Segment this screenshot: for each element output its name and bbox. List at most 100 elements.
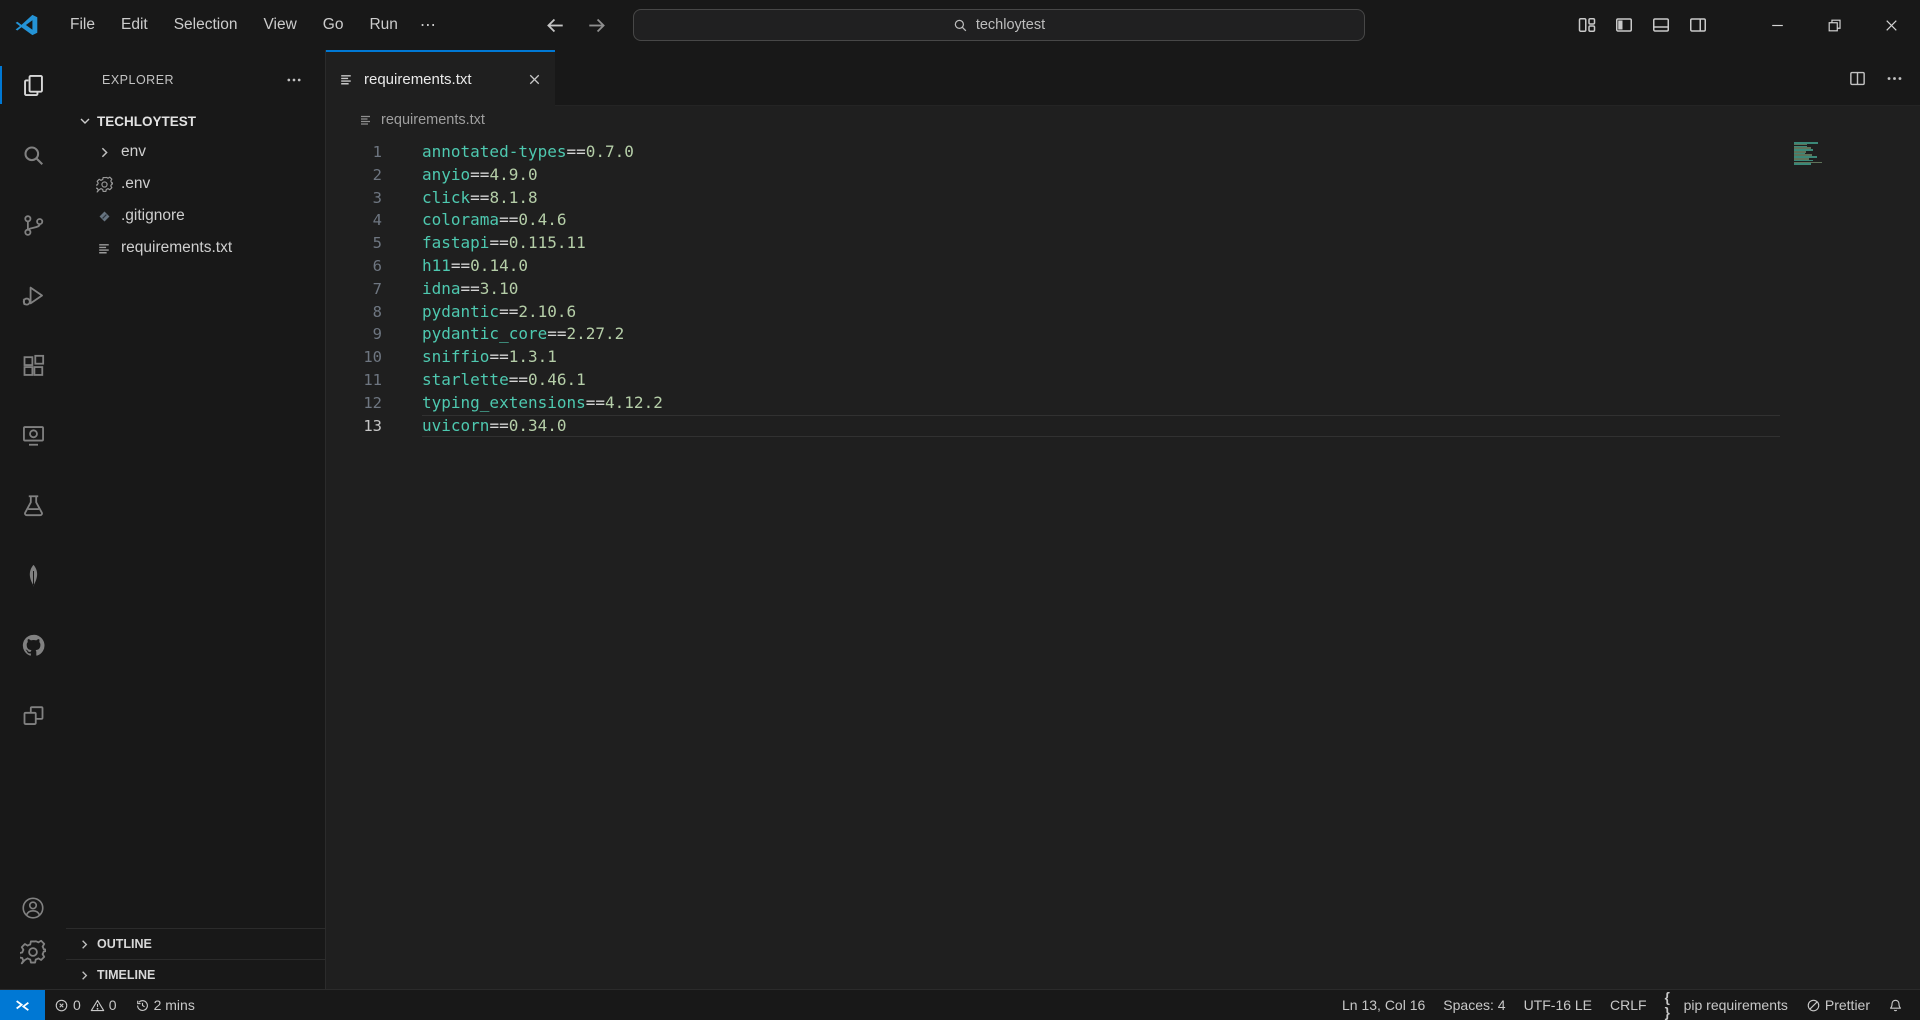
toggle-secondary-sidebar-icon[interactable]	[1688, 15, 1708, 35]
line-number[interactable]: 4	[326, 209, 382, 232]
forward-arrow-icon[interactable]	[586, 15, 607, 36]
tree-item-gitignore[interactable]: .gitignore	[66, 200, 325, 232]
ellipsis-icon[interactable]	[285, 71, 303, 89]
code-line-6[interactable]: 6 h11==0.14.0	[326, 255, 1920, 278]
code-line-8[interactable]: 8 pydantic==2.10.6	[326, 301, 1920, 324]
line-number[interactable]: 7	[326, 278, 382, 301]
activity-github[interactable]	[0, 610, 66, 680]
code-text[interactable]: colorama==0.4.6	[422, 209, 1780, 232]
activity-testing[interactable]	[0, 470, 66, 540]
menu-selection[interactable]: Selection	[162, 11, 250, 39]
restore-button[interactable]	[1806, 0, 1863, 50]
menu-go[interactable]: Go	[311, 11, 356, 39]
line-number[interactable]: 13	[326, 415, 382, 438]
line-number[interactable]: 8	[326, 301, 382, 324]
line-number[interactable]: 9	[326, 323, 382, 346]
ellipsis-icon[interactable]	[1885, 69, 1904, 88]
line-number[interactable]: 11	[326, 369, 382, 392]
menu-file[interactable]: File	[58, 11, 107, 39]
menu-view[interactable]: View	[251, 11, 308, 39]
tree-item-env[interactable]: env	[66, 136, 325, 168]
remote-indicator[interactable]	[0, 990, 45, 1020]
sidebar-header: EXPLORER	[66, 50, 325, 106]
tab-close-icon[interactable]	[526, 71, 543, 88]
back-arrow-icon[interactable]	[545, 15, 566, 36]
status-timeline-duration[interactable]: 2 mins	[126, 990, 204, 1020]
activity-bar-bottom	[0, 886, 66, 990]
customize-layout-icon[interactable]	[1577, 15, 1597, 35]
status-end-of-line[interactable]: CRLF	[1601, 990, 1656, 1020]
activity-accounts[interactable]	[0, 886, 66, 930]
code-line-2[interactable]: 2 anyio==4.9.0	[326, 164, 1920, 187]
toggle-panel-icon[interactable]	[1651, 15, 1671, 35]
editor-actions	[1848, 50, 1904, 106]
tab-requirements-txt[interactable]: requirements.txt	[326, 50, 555, 106]
code-line-5[interactable]: 5 fastapi==0.115.11	[326, 232, 1920, 255]
code-text[interactable]: starlette==0.46.1	[422, 369, 1780, 392]
command-center-search[interactable]: techloytest	[633, 9, 1365, 41]
code-line-3[interactable]: 3 click==8.1.8	[326, 187, 1920, 210]
line-number[interactable]: 12	[326, 392, 382, 415]
tree-item-label: .env	[121, 175, 150, 193]
status-right: Ln 13, Col 16Spaces: 4UTF-16 LECRLF{ }pi…	[1333, 990, 1912, 1020]
code-line-11[interactable]: 11 starlette==0.46.1	[326, 369, 1920, 392]
line-number[interactable]: 2	[326, 164, 382, 187]
project-root-techloytest[interactable]: TECHLOYTEST	[66, 106, 325, 136]
code-line-4[interactable]: 4 colorama==0.4.6	[326, 209, 1920, 232]
status-problems[interactable]: 00	[45, 990, 126, 1020]
activity-run-and-debug[interactable]	[0, 260, 66, 330]
status-cursor-position[interactable]: Ln 13, Col 16	[1333, 990, 1434, 1020]
toggle-primary-sidebar-icon[interactable]	[1614, 15, 1634, 35]
line-number[interactable]: 10	[326, 346, 382, 369]
menu-edit[interactable]: Edit	[109, 11, 160, 39]
activity-search[interactable]	[0, 120, 66, 190]
code-text[interactable]: uvicorn==0.34.0	[422, 415, 1780, 438]
code-text[interactable]: fastapi==0.115.11	[422, 232, 1780, 255]
code-line-13[interactable]: 13 uvicorn==0.34.0	[326, 415, 1920, 438]
code-text[interactable]: pydantic==2.10.6	[422, 301, 1780, 324]
status-encoding[interactable]: UTF-16 LE	[1515, 990, 1601, 1020]
section-timeline[interactable]: TIMELINE	[66, 959, 325, 990]
code-text[interactable]: annotated-types==0.7.0	[422, 141, 1780, 164]
code-line-9[interactable]: 9 pydantic_core==2.27.2	[326, 323, 1920, 346]
status-formatter[interactable]: Prettier	[1797, 990, 1879, 1020]
status-language-mode[interactable]: { }pip requirements	[1656, 990, 1797, 1020]
split-editor-icon[interactable]	[1848, 69, 1867, 88]
tree-item-requirements-txt[interactable]: requirements.txt	[66, 232, 325, 264]
code-text[interactable]: click==8.1.8	[422, 187, 1780, 210]
tree-item-env[interactable]: .env	[66, 168, 325, 200]
code-text[interactable]: pydantic_core==2.27.2	[422, 323, 1780, 346]
code-text[interactable]: idna==3.10	[422, 278, 1780, 301]
menu-run[interactable]: Run	[357, 11, 409, 39]
status-indentation[interactable]: Spaces: 4	[1434, 990, 1514, 1020]
code-text[interactable]: h11==0.14.0	[422, 255, 1780, 278]
activity-extensions[interactable]	[0, 330, 66, 400]
line-number[interactable]: 1	[326, 141, 382, 164]
breadcrumb-file: requirements.txt	[381, 112, 485, 128]
minimap[interactable]	[1794, 142, 1822, 165]
code-line-7[interactable]: 7 idna==3.10	[326, 278, 1920, 301]
line-number[interactable]: 3	[326, 187, 382, 210]
code-editor[interactable]: 1 annotated-types==0.7.0 2 anyio==4.9.0 3 cli…	[326, 134, 1920, 983]
minimize-button[interactable]	[1749, 0, 1806, 50]
line-number[interactable]: 6	[326, 255, 382, 278]
activity-mongodb[interactable]	[0, 540, 66, 610]
menu-more[interactable]: ⋯	[410, 10, 447, 40]
close-button[interactable]	[1863, 0, 1920, 50]
code-text[interactable]: sniffio==1.3.1	[422, 346, 1780, 369]
activity-source-control[interactable]	[0, 190, 66, 260]
status-notifications[interactable]	[1879, 990, 1912, 1020]
breadcrumb[interactable]: requirements.txt	[326, 106, 1920, 134]
section-outline[interactable]: OUTLINE	[66, 928, 325, 959]
code-line-12[interactable]: 12 typing_extensions==4.12.2	[326, 392, 1920, 415]
code-text[interactable]: typing_extensions==4.12.2	[422, 392, 1780, 415]
code-line-1[interactable]: 1 annotated-types==0.7.0	[326, 141, 1920, 164]
activity-containers[interactable]	[0, 680, 66, 750]
remote-explorer-icon	[20, 422, 47, 449]
activity-explorer[interactable]	[0, 50, 66, 120]
code-text[interactable]: anyio==4.9.0	[422, 164, 1780, 187]
activity-manage[interactable]	[0, 930, 66, 974]
activity-remote-explorer[interactable]	[0, 400, 66, 470]
code-line-10[interactable]: 10 sniffio==1.3.1	[326, 346, 1920, 369]
line-number[interactable]: 5	[326, 232, 382, 255]
